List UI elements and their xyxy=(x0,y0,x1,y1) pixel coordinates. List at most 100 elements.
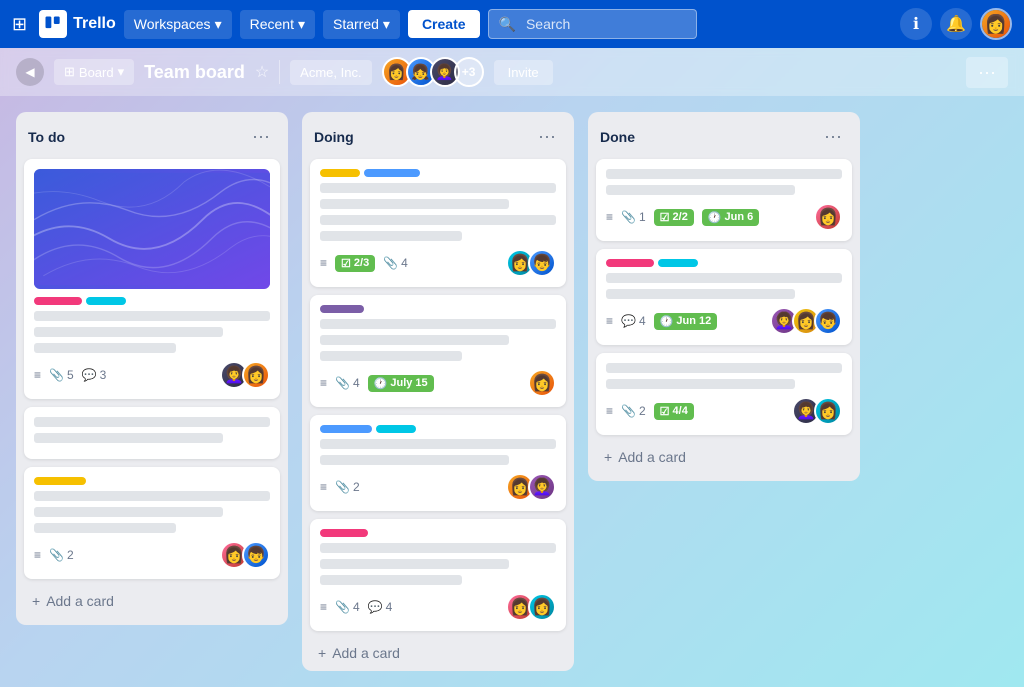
label xyxy=(658,259,698,267)
search-input[interactable] xyxy=(520,10,686,38)
more-options-button[interactable]: ··· xyxy=(966,57,1008,88)
notifications-button[interactable]: 🔔 xyxy=(940,8,972,40)
column-title-todo: To do xyxy=(28,129,65,145)
column-title-doing: Doing xyxy=(314,129,354,145)
column-menu-todo[interactable]: ··· xyxy=(246,124,276,149)
recent-menu[interactable]: Recent ▾ xyxy=(240,10,315,39)
label xyxy=(320,305,364,313)
card-cover-1 xyxy=(34,169,270,289)
column-menu-done[interactable]: ··· xyxy=(818,124,848,149)
add-card-todo[interactable]: + Add a card xyxy=(24,587,280,615)
board-title: Team board xyxy=(144,62,245,83)
attachment-icon: 📎 xyxy=(49,548,64,562)
lines-icon: ≡ xyxy=(320,480,327,494)
card-4-footer: ≡ ☑ 2/3 📎 4 👩 👦 xyxy=(320,249,556,277)
card-10[interactable]: ≡ 📎 2 ☑ 4/4 👩‍🦱 👩 xyxy=(596,353,852,435)
card-6-labels xyxy=(320,425,556,433)
trello-logo-icon xyxy=(39,10,67,38)
trello-logo[interactable]: Trello xyxy=(39,10,116,38)
card-1-labels xyxy=(34,297,270,305)
column-menu-doing[interactable]: ··· xyxy=(532,124,562,149)
card-10-footer: ≡ 📎 2 ☑ 4/4 👩‍🦱 👩 xyxy=(606,397,842,425)
card-7[interactable]: ≡ 📎 4 💬 4 👩 👩 xyxy=(310,519,566,631)
card-5[interactable]: ≡ 📎 4 🕐 July 15 👩 xyxy=(310,295,566,407)
user-avatar[interactable]: 👩 xyxy=(980,8,1012,40)
label xyxy=(320,169,360,177)
add-card-doing[interactable]: + Add a card xyxy=(310,639,566,667)
lines-icon: ≡ xyxy=(606,404,613,418)
member-avatar: 👩 xyxy=(242,361,270,389)
checklist-badge: ☑ 2/2 xyxy=(654,209,694,226)
lines-icon: ≡ xyxy=(34,548,41,562)
card-6[interactable]: ≡ 📎 2 👩 👩‍🦱 xyxy=(310,415,566,511)
member-count[interactable]: +3 xyxy=(454,57,484,87)
column-header-todo: To do ··· xyxy=(24,122,280,151)
column-title-done: Done xyxy=(600,129,635,145)
add-card-done[interactable]: + Add a card xyxy=(596,443,852,471)
info-button[interactable]: ℹ xyxy=(900,8,932,40)
card-8[interactable]: ≡ 📎 1 ☑ 2/2 🕐 Jun 6 xyxy=(596,159,852,241)
star-button[interactable]: ☆ xyxy=(255,62,269,82)
column-header-doing: Doing ··· xyxy=(310,122,566,151)
card-10-meta: ≡ 📎 2 ☑ 4/4 xyxy=(606,403,694,420)
label xyxy=(376,425,416,433)
card-5-labels xyxy=(320,305,556,313)
date-badge: 🕐 July 15 xyxy=(368,375,434,392)
card-5-footer: ≡ 📎 4 🕐 July 15 👩 xyxy=(320,369,556,397)
attachment-icon: 📎 xyxy=(49,368,64,382)
column-header-done: Done ··· xyxy=(596,122,852,151)
create-button[interactable]: Create xyxy=(408,10,480,38)
card-7-meta: ≡ 📎 4 💬 4 xyxy=(320,600,392,614)
card-7-members: 👩 👩 xyxy=(506,593,556,621)
card-7-labels xyxy=(320,529,556,537)
member-avatar: 👩‍🦱 xyxy=(528,473,556,501)
card-4-members: 👩 👦 xyxy=(506,249,556,277)
card-4[interactable]: ≡ ☑ 2/3 📎 4 👩 👦 xyxy=(310,159,566,287)
card-3[interactable]: ≡ 📎 2 👩 👦 xyxy=(24,467,280,579)
search-bar[interactable]: 🔍 xyxy=(488,9,697,39)
card-10-members: 👩‍🦱 👩 xyxy=(792,397,842,425)
sidebar-toggle[interactable]: ◀ xyxy=(16,58,44,86)
invite-button[interactable]: Invite xyxy=(494,60,553,85)
card-3-meta: ≡ 📎 2 xyxy=(34,548,74,562)
starred-menu[interactable]: Starred ▾ xyxy=(323,10,400,39)
checklist-badge: ☑ 4/4 xyxy=(654,403,694,420)
card-9-labels xyxy=(606,259,842,267)
card-9[interactable]: ≡ 💬 4 🕐 Jun 12 👩‍🦱 xyxy=(596,249,852,345)
board-view-button[interactable]: ⊞ Board ▾ xyxy=(54,59,134,85)
card-4-labels xyxy=(320,169,556,177)
attachment-icon: 📎 xyxy=(621,210,636,224)
lines-icon: ≡ xyxy=(606,314,613,328)
card-6-meta: ≡ 📎 2 xyxy=(320,480,360,494)
member-avatar: 👩 xyxy=(528,593,556,621)
card-2[interactable] xyxy=(24,407,280,459)
comment-icon: 💬 xyxy=(82,368,97,382)
lines-icon: ≡ xyxy=(320,376,327,390)
lines-icon: ≡ xyxy=(606,210,613,224)
card-6-footer: ≡ 📎 2 👩 👩‍🦱 xyxy=(320,473,556,501)
member-avatar: 👦 xyxy=(528,249,556,277)
card-9-members: 👩‍🦱 👩 👦 xyxy=(770,307,842,335)
card-3-footer: ≡ 📎 2 👩 👦 xyxy=(34,541,270,569)
label xyxy=(320,425,372,433)
column-todo: To do ··· xyxy=(16,112,288,625)
card-4-meta: ≡ ☑ 2/3 📎 4 xyxy=(320,255,408,272)
header-divider xyxy=(279,60,280,84)
grid-icon[interactable]: ⊞ xyxy=(12,14,27,35)
member-avatars: 👩 👧 👩‍🦱 +3 xyxy=(382,57,484,87)
date-badge: 🕐 Jun 12 xyxy=(654,313,718,330)
member-avatar: 👩 xyxy=(528,369,556,397)
card-5-meta: ≡ 📎 4 🕐 July 15 xyxy=(320,375,434,392)
label xyxy=(34,297,82,305)
card-8-footer: ≡ 📎 1 ☑ 2/2 🕐 Jun 6 xyxy=(606,203,842,231)
label xyxy=(606,259,654,267)
trello-logo-text: Trello xyxy=(73,15,116,33)
lines-icon: ≡ xyxy=(320,600,327,614)
column-done: Done ··· ≡ 📎 1 ☑ 2/2 xyxy=(588,112,860,481)
label xyxy=(364,169,420,177)
card-7-footer: ≡ 📎 4 💬 4 👩 👩 xyxy=(320,593,556,621)
card-1[interactable]: ≡ 📎 5 💬 3 👩‍🦱 👩 xyxy=(24,159,280,399)
workspaces-menu[interactable]: Workspaces ▾ xyxy=(124,10,232,39)
workspace-button[interactable]: Acme, Inc. xyxy=(290,60,371,85)
card-9-footer: ≡ 💬 4 🕐 Jun 12 👩‍🦱 xyxy=(606,307,842,335)
